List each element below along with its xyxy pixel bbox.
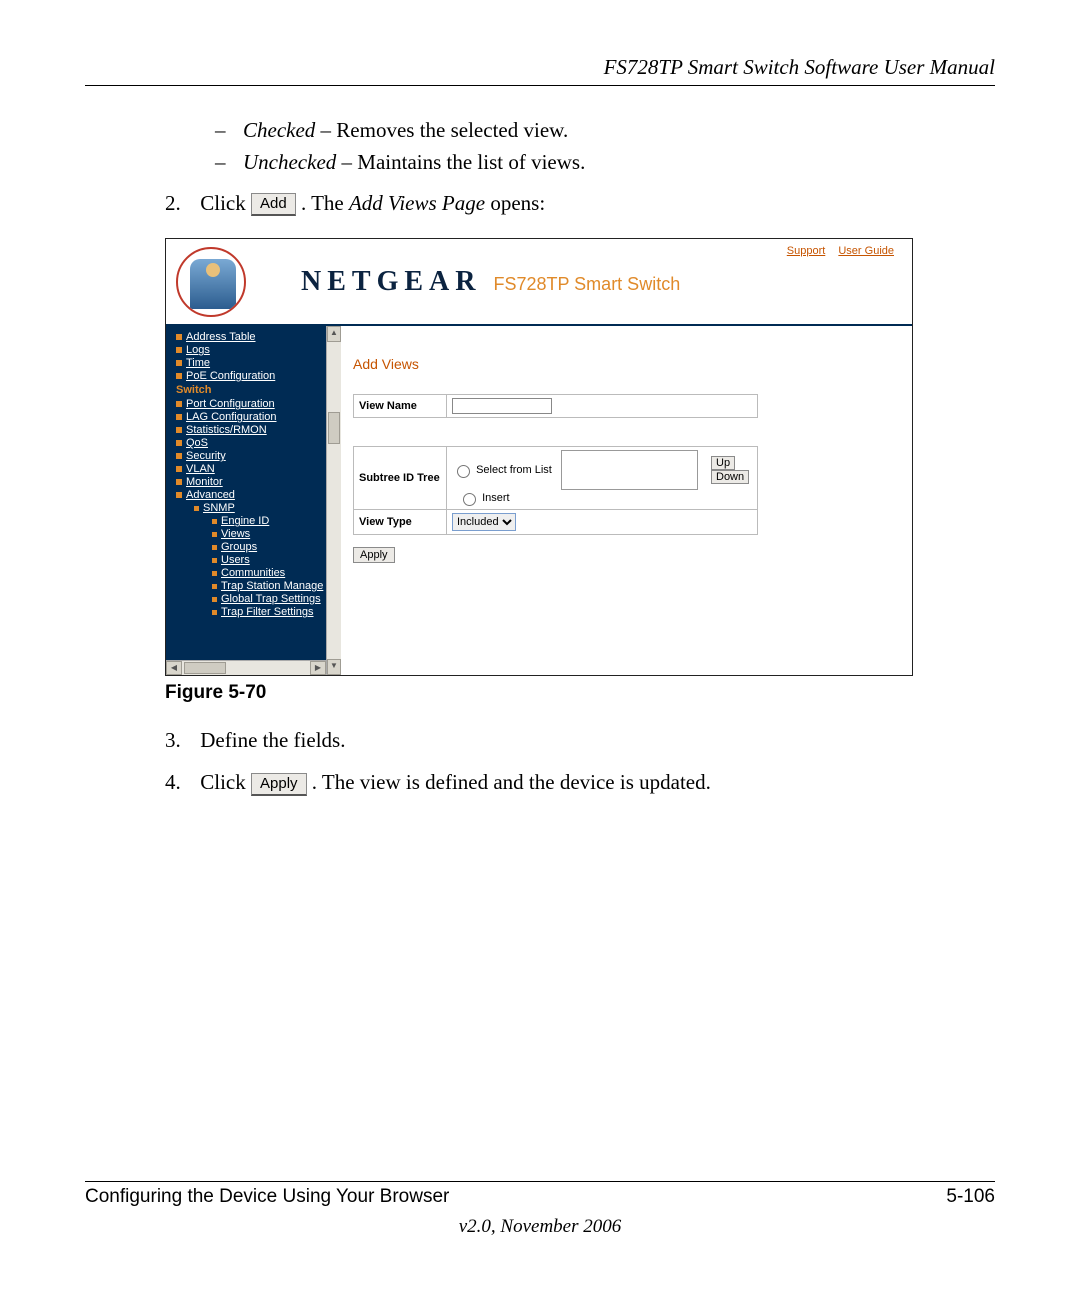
product-name: FS728TP Smart Switch [493, 274, 680, 295]
sidebar-item[interactable]: Address Table [176, 331, 320, 343]
sidebar-subitem[interactable]: Users [212, 554, 320, 566]
insert-label: Insert [482, 492, 510, 504]
scroll-left-icon[interactable]: ◀ [166, 661, 182, 675]
add-button-inline: Add [251, 193, 296, 216]
document-footer: Configuring the Device Using Your Browse… [85, 1181, 995, 1208]
select-from-list-label: Select from List [476, 464, 552, 476]
brand-name: NETGEAR [301, 266, 481, 298]
sidebar-item[interactable]: Statistics/RMON [176, 424, 320, 436]
step-2: 2. Click Add . The Add Views Page opens: [165, 187, 995, 221]
sidebar-item[interactable]: Monitor [176, 476, 320, 488]
view-name-input[interactable] [452, 398, 552, 414]
sidebar-subitem[interactable]: SNMP [194, 502, 320, 514]
scroll-up-icon[interactable]: ▲ [327, 326, 341, 342]
scroll-right-icon[interactable]: ▶ [310, 661, 326, 675]
sidebar-v-scrollbar[interactable]: ▲ ▼ [326, 326, 341, 675]
sidebar-item[interactable]: PoE Configuration [176, 370, 320, 382]
option-unchecked: Unchecked [243, 150, 336, 174]
sidebar-subitem[interactable]: Communities [212, 567, 320, 579]
step-4: 4. Click Apply . The view is defined and… [165, 766, 995, 800]
support-link[interactable]: Support [787, 245, 826, 257]
view-name-label: View Name [354, 395, 447, 418]
sidebar-subitem[interactable]: Global Trap Settings [212, 593, 320, 605]
page-title: Add Views [353, 356, 900, 372]
subtree-listbox[interactable] [561, 450, 698, 490]
sidebar-subitem[interactable]: Trap Filter Settings [212, 606, 320, 618]
document-version: v2.0, November 2006 [0, 1216, 1080, 1238]
subtree-label: Subtree ID Tree [354, 447, 447, 510]
option-list: –Checked – Removes the selected view. –U… [215, 116, 995, 177]
sidebar-item[interactable]: QoS [176, 437, 320, 449]
view-type-select[interactable]: Included [452, 513, 516, 531]
apply-button-inline: Apply [251, 773, 307, 796]
footer-page-number: 5-106 [946, 1186, 995, 1208]
option-checked: Checked [243, 118, 315, 142]
figure-caption: Figure 5-70 [165, 682, 913, 704]
sidebar-item[interactable]: Time [176, 357, 320, 369]
sidebar-h-scrollbar[interactable]: ◀ ▶ [166, 660, 326, 675]
view-type-label: View Type [354, 510, 447, 535]
document-header: FS728TP Smart Switch Software User Manua… [85, 55, 995, 86]
sidebar-subitem[interactable]: Groups [212, 541, 320, 553]
select-from-list-radio[interactable] [457, 465, 470, 478]
screenshot: NETGEAR FS728TP Smart Switch Support Use… [165, 238, 913, 676]
sidebar-subitem[interactable]: Engine ID [212, 515, 320, 527]
nav-sidebar: Address Table Logs Time PoE Configuratio… [166, 326, 326, 660]
sidebar-item[interactable]: Logs [176, 344, 320, 356]
sidebar-item[interactable]: LAG Configuration [176, 411, 320, 423]
apply-button[interactable]: Apply [353, 547, 395, 563]
sidebar-item[interactable]: Security [176, 450, 320, 462]
netgear-logo-icon [176, 247, 246, 317]
sidebar-category: Switch [176, 384, 320, 396]
up-button[interactable]: Up [711, 456, 735, 470]
sidebar-item[interactable]: Port Configuration [176, 398, 320, 410]
sidebar-subitem[interactable]: Trap Station Manage [212, 580, 320, 592]
sidebar-item[interactable]: Advanced [176, 489, 320, 501]
step-3: 3. Define the fields. [165, 724, 995, 758]
insert-radio[interactable] [463, 493, 476, 506]
sidebar-item[interactable]: VLAN [176, 463, 320, 475]
footer-left: Configuring the Device Using Your Browse… [85, 1186, 449, 1208]
user-guide-link[interactable]: User Guide [838, 245, 894, 257]
down-button[interactable]: Down [711, 470, 749, 484]
scroll-down-icon[interactable]: ▼ [327, 659, 341, 675]
sidebar-subitem[interactable]: Views [212, 528, 320, 540]
